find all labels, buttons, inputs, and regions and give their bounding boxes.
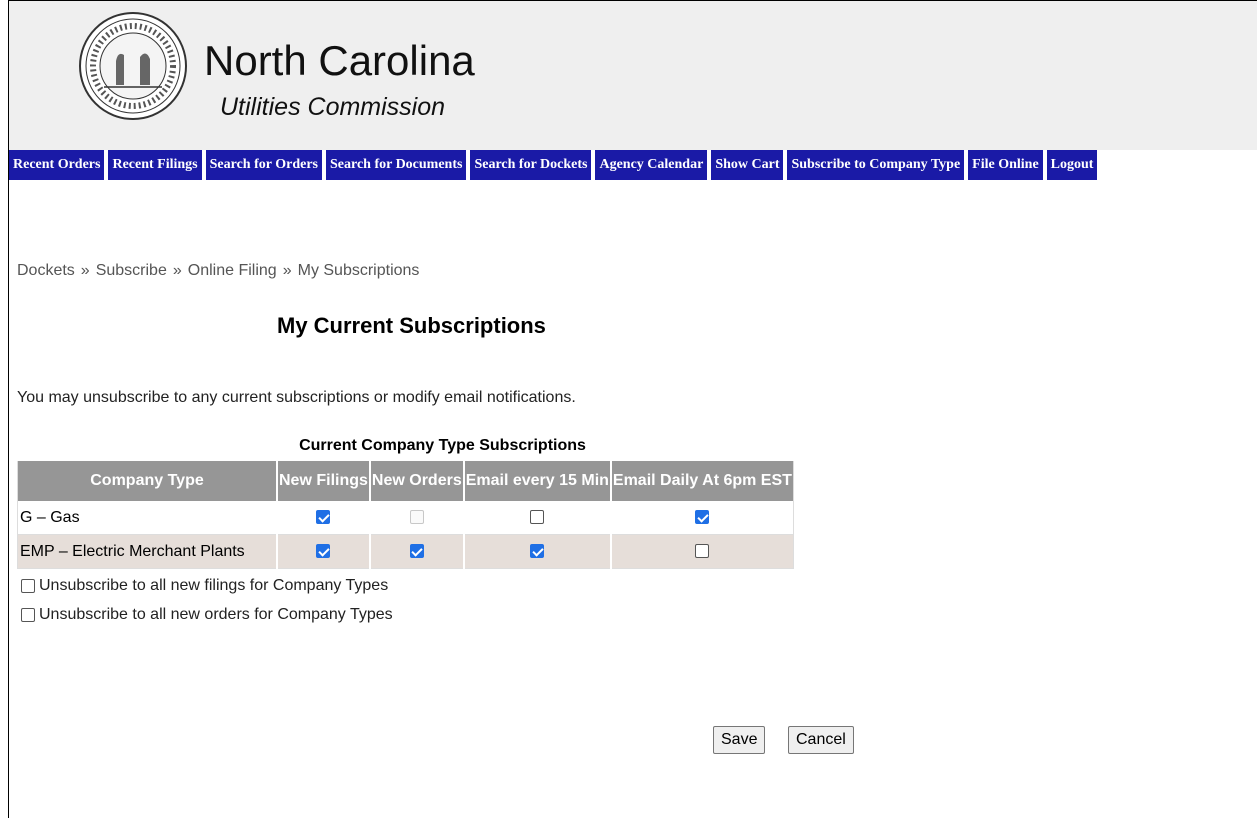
email-15min-cell [463,501,612,535]
nav-search-documents[interactable]: Search for Documents [325,150,467,180]
unsubscribe-filings-label: Unsubscribe to all new filings for Compa… [39,577,389,594]
breadcrumb-item-my-subscriptions: My Subscriptions [297,262,420,279]
unsubscribe-orders-checkbox[interactable] [21,608,35,622]
new-filings-cell [277,501,371,535]
breadcrumb: Dockets » Subscribe » Online Filing » My Subsc… [17,262,419,280]
unsubscribe-orders-label: Unsubscribe to all new orders for Compan… [39,606,393,623]
nav-recent-orders[interactable]: Recent Orders [9,150,105,180]
nav-subscribe-company-type[interactable]: Subscribe to Company Type [787,150,965,180]
nav-logout[interactable]: Logout [1046,150,1098,180]
col-new-filings: New Filings [277,461,371,501]
col-new-orders: New Orders [369,461,465,501]
table-row: G – Gas [17,501,794,535]
site-title: North Carolina [204,37,475,84]
unsubscribe-filings-checkbox[interactable] [21,579,35,593]
col-company-type: Company Type [17,461,278,501]
company-type-cell: G – Gas [17,501,278,535]
intro-text: You may unsubscribe to any current subsc… [17,389,576,406]
save-button[interactable]: Save [713,726,766,754]
page-title: My Current Subscriptions [277,313,546,338]
new-orders-checkbox [409,510,424,525]
site-subtitle: Utilities Commission [220,93,446,121]
table-header-row: Company Type New Filings New Orders Emai… [17,461,794,501]
email-15min-cell [463,534,612,569]
company-type-cell: EMP – Electric Merchant Plants [17,534,278,569]
state-seal-icon [79,12,187,120]
new-orders-cell [369,501,465,535]
email-15min-checkbox[interactable] [530,544,545,559]
col-email-15min: Email every 15 Min [463,461,612,501]
main-nav: Recent Orders Recent Filings Search for … [9,150,1257,180]
subscriptions-table: Company Type New Filings New Orders Emai… [17,461,794,569]
email-daily-checkbox[interactable] [695,510,710,525]
col-email-daily: Email Daily At 6pm EST [610,461,794,501]
nav-search-dockets[interactable]: Search for Dockets [470,150,592,180]
breadcrumb-separator: » [282,262,292,279]
cancel-button[interactable]: Cancel [788,726,854,754]
nav-show-cart[interactable]: Show Cart [711,150,784,180]
new-filings-checkbox[interactable] [316,510,331,525]
breadcrumb-item-dockets[interactable]: Dockets [17,262,75,279]
breadcrumb-separator: » [80,262,90,279]
unsubscribe-filings-option[interactable]: Unsubscribe to all new filings for Compa… [21,577,388,595]
email-daily-cell [610,534,794,569]
breadcrumb-item-subscribe[interactable]: Subscribe [96,262,167,279]
breadcrumb-item-online-filing[interactable]: Online Filing [188,262,277,279]
nav-file-online[interactable]: File Online [968,150,1043,180]
new-orders-cell [369,534,465,569]
unsubscribe-orders-option[interactable]: Unsubscribe to all new orders for Compan… [21,606,393,624]
new-filings-checkbox[interactable] [316,544,331,559]
nav-agency-calendar[interactable]: Agency Calendar [595,150,708,180]
nav-recent-filings[interactable]: Recent Filings [108,150,202,180]
table-caption: Current Company Type Subscriptions [299,437,586,454]
site-header: North Carolina Utilities Commission [9,1,1257,150]
new-filings-cell [277,534,371,569]
nav-search-orders[interactable]: Search for Orders [205,150,322,180]
new-orders-checkbox[interactable] [409,544,424,559]
breadcrumb-separator: » [172,262,182,279]
email-15min-checkbox[interactable] [530,510,545,525]
email-daily-cell [610,501,794,535]
email-daily-checkbox[interactable] [695,544,710,559]
table-row: EMP – Electric Merchant Plants [17,534,794,569]
